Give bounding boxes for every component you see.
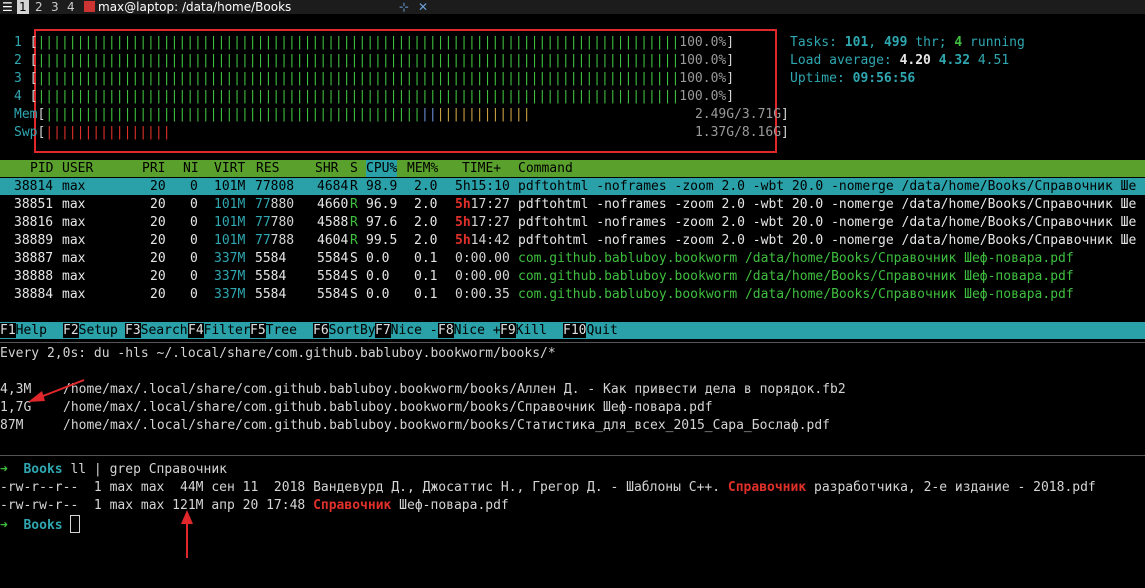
ls-meta: -rw-rw-r-- 1 max max 121M апр 20 17:48 <box>0 498 314 513</box>
ls-line: -rw-rw-r-- 1 max max 121M апр 20 17:48 С… <box>0 497 509 515</box>
ls-filename-rest: разработчика, 2-е издание - 2018.pdf <box>806 480 1096 495</box>
shell-prompt[interactable]: ➜ Books <box>0 515 81 535</box>
text-cursor <box>70 515 81 533</box>
grep-match: Справочник <box>313 498 392 513</box>
arrow-2 <box>181 510 193 558</box>
pane-divider-2 <box>0 455 1145 456</box>
shell-command-line: ➜ Books ll | grep Справочник <box>0 462 227 477</box>
ls-meta: -rw-r--r-- 1 max max 44M сен 11 2018 Ван… <box>0 480 728 495</box>
ls-line: -rw-r--r-- 1 max max 44M сен 11 2018 Ван… <box>0 479 1096 497</box>
ls-filename-rest: Шеф-повара.pdf <box>391 498 509 513</box>
grep-match: Справочник <box>727 480 807 495</box>
arrow-1 <box>28 379 85 402</box>
